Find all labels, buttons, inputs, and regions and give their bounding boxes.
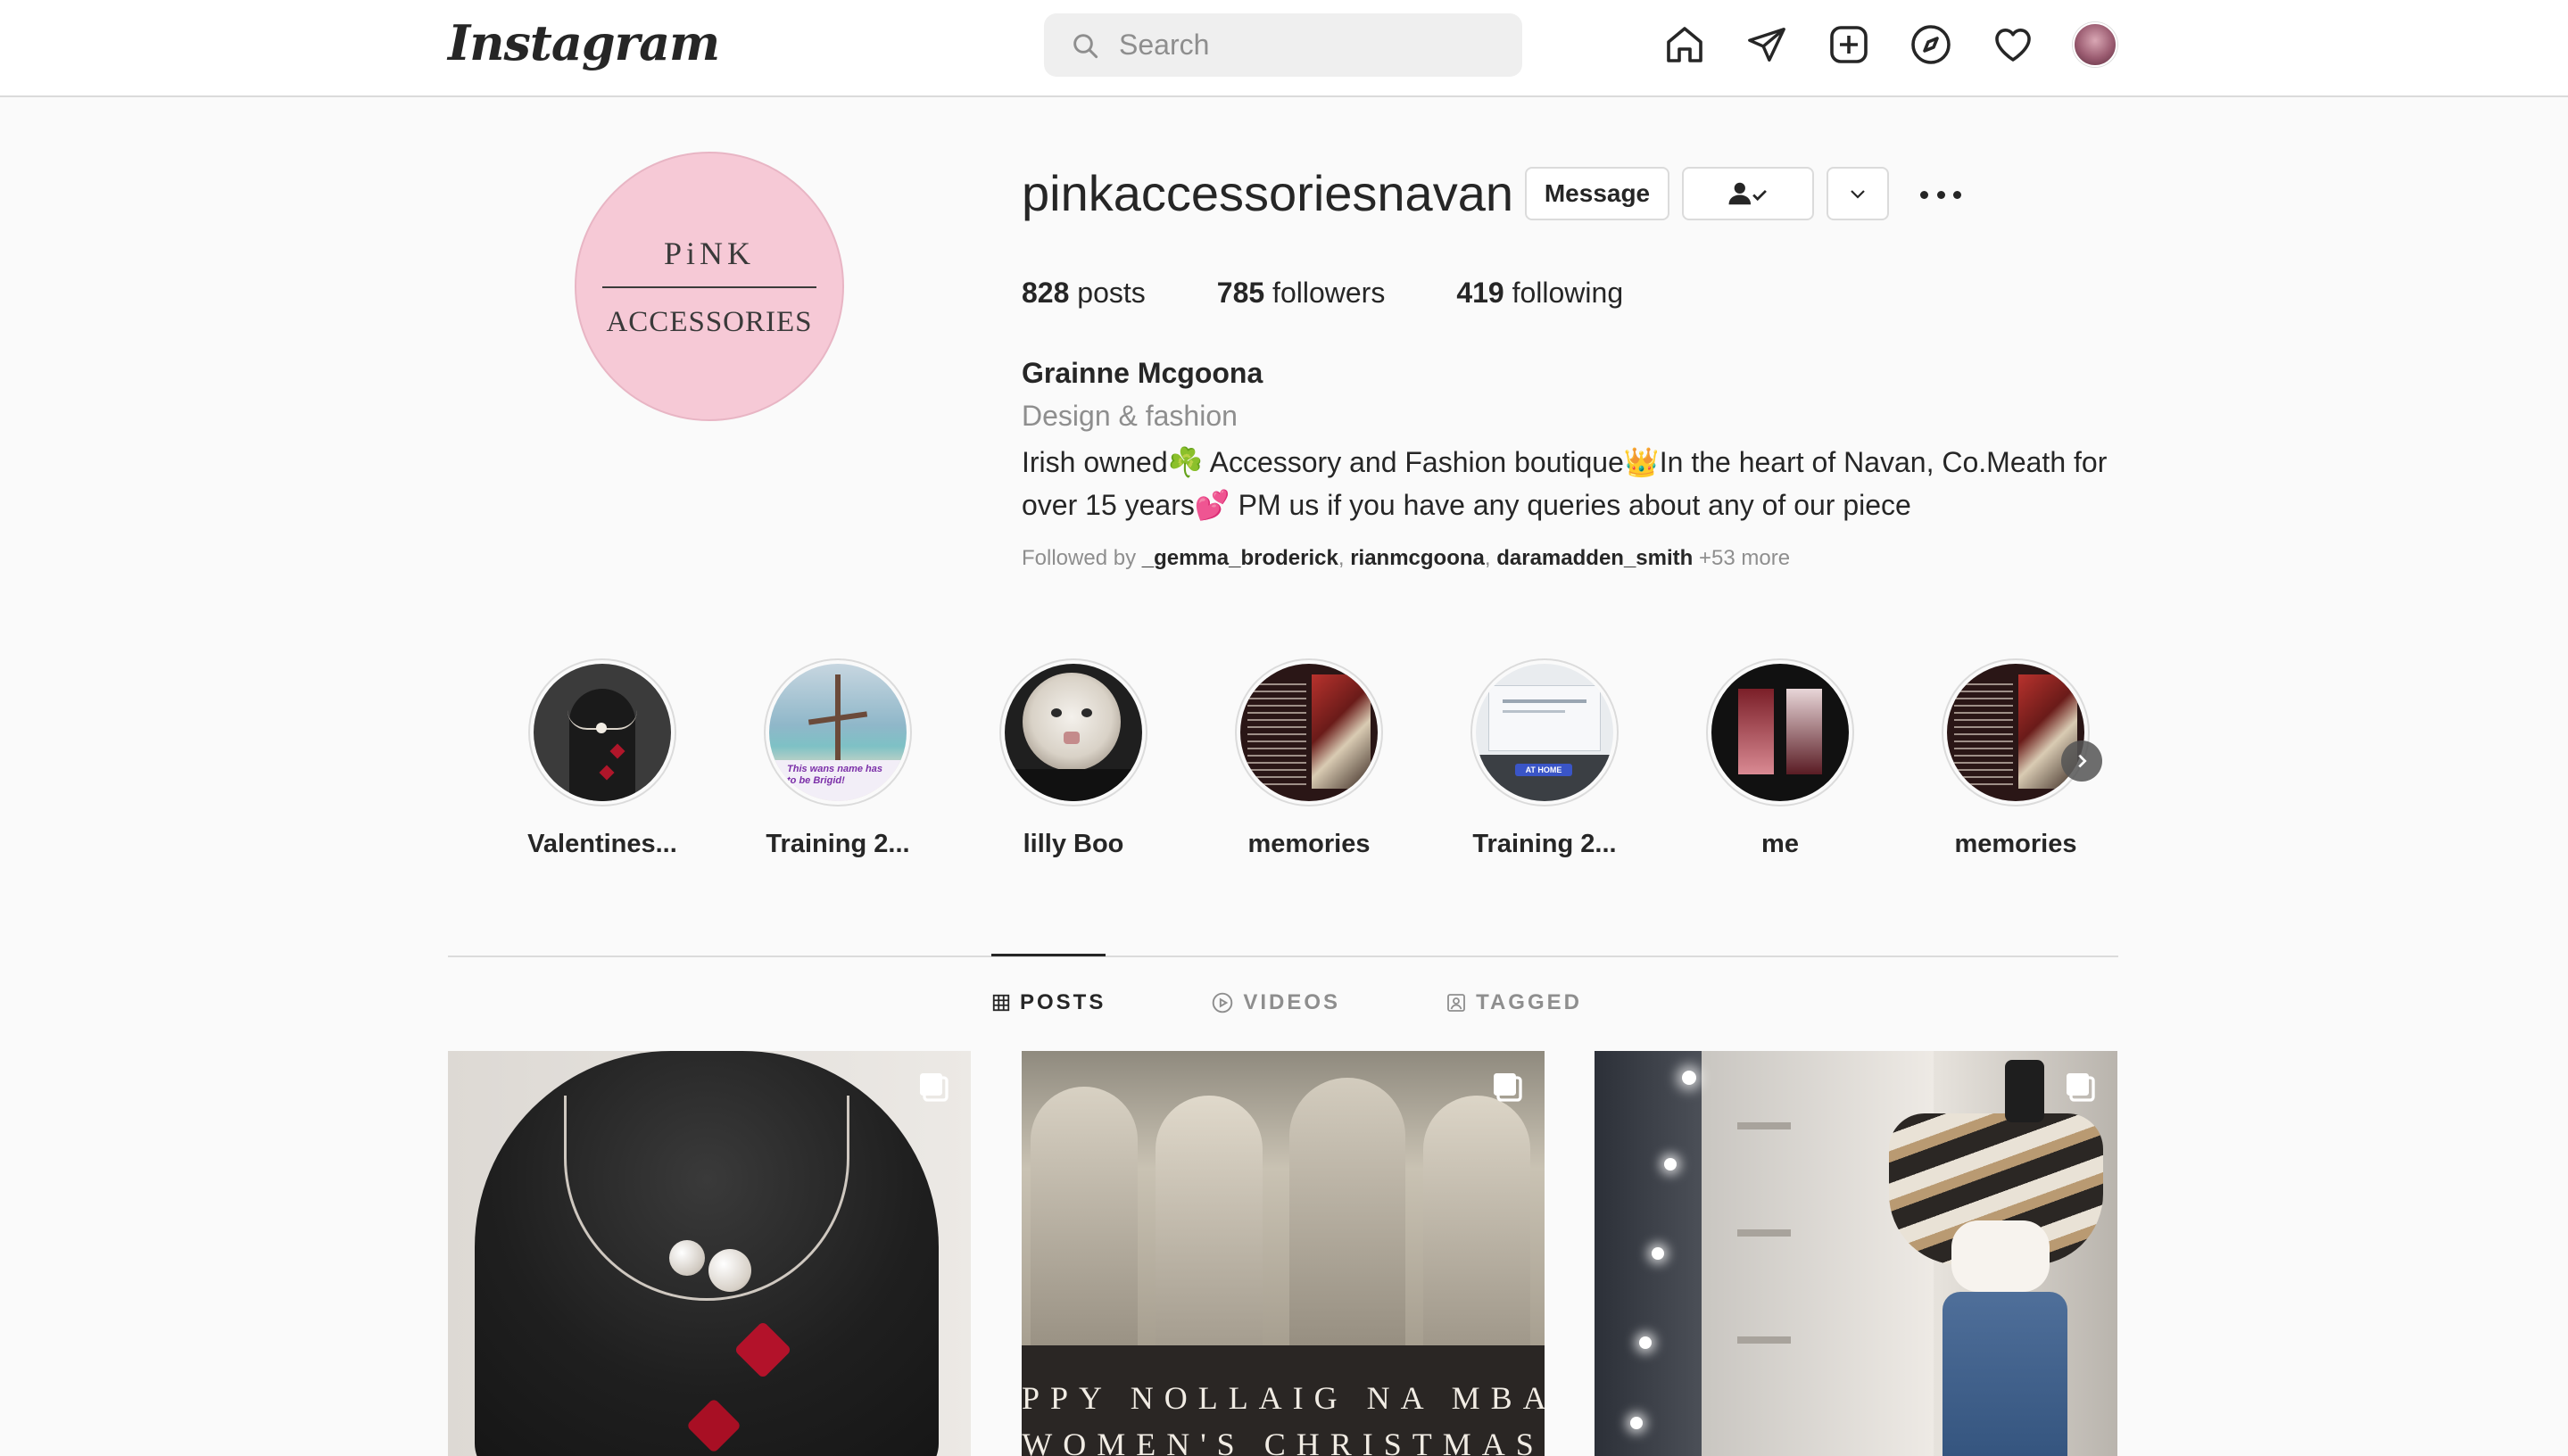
following-count: 419 <box>1456 277 1504 309</box>
message-button[interactable]: Message <box>1525 167 1669 220</box>
post-banner-line-1: PPY NOLLAIG NA MBA <box>1022 1380 1545 1416</box>
posts-label: posts <box>1077 277 1146 309</box>
more-options-icon[interactable] <box>1920 181 1961 208</box>
play-icon <box>1213 992 1233 1013</box>
followed-by-prefix: Followed by <box>1022 546 1142 570</box>
follower-username-1[interactable]: _gemma_broderick <box>1142 546 1338 570</box>
highlight-ring <box>1706 658 1854 807</box>
highlight-item[interactable]: me <box>1704 658 1856 859</box>
home-icon[interactable] <box>1660 20 1710 70</box>
posts-stat: 828 posts <box>1022 277 1146 310</box>
tab-videos-label: VIDEOS <box>1243 990 1341 1014</box>
highlight-label: memories <box>1247 830 1371 858</box>
highlight-thumbnail <box>1947 664 2084 801</box>
activity-heart-icon[interactable] <box>1988 20 2038 70</box>
profile-bio: Irish owned☘️ Accessory and Fashion bout… <box>1022 446 2108 521</box>
instagram-logo[interactable]: Instagram <box>448 14 720 71</box>
highlight-ring <box>999 658 1147 807</box>
profile-logo-text-top: PiNK <box>663 235 756 271</box>
chevron-right-icon <box>2078 754 2087 768</box>
highlight-thumbnail <box>1005 664 1142 801</box>
highlight-caption: This wans name has to be Brigid! <box>787 764 882 786</box>
highlight-thumbnail: This wans name has to be Brigid! <box>769 664 907 801</box>
suggested-accounts-dropdown[interactable] <box>1827 167 1889 220</box>
profile-logo-divider <box>602 285 816 288</box>
highlight-label: me <box>1761 830 1799 858</box>
followers-stat[interactable]: 785 followers <box>1217 277 1386 310</box>
chevron-down-icon <box>1851 190 1865 199</box>
multiple-photos-icon <box>2067 1073 2095 1102</box>
profile-avatar-icon[interactable] <box>2070 20 2120 70</box>
highlight-thumbnail: AT HOME <box>1476 664 1613 801</box>
highlight-item[interactable]: memories <box>1233 658 1385 859</box>
highlight-ring: AT HOME <box>1470 658 1619 807</box>
profile-logo-text-bottom: ACCESSORIES <box>606 305 813 338</box>
following-status-button[interactable] <box>1682 167 1814 220</box>
active-tab-indicator <box>991 954 1106 956</box>
posts-count: 828 <box>1022 277 1070 309</box>
multiple-photos-icon <box>1494 1073 1522 1102</box>
tabs-divider <box>448 956 2118 957</box>
post-banner-line-2: WOMEN'S CHRISTMAS <box>1022 1427 1545 1456</box>
multiple-photos-icon <box>920 1073 949 1102</box>
tag-icon <box>1447 994 1465 1012</box>
follower-username-3[interactable]: daramadden_smith <box>1496 546 1693 570</box>
direct-message-icon[interactable] <box>1742 20 1792 70</box>
highlight-thumbnail <box>1240 664 1378 801</box>
profile-username: pinkaccessoriesnavan <box>1022 165 1513 221</box>
avatar <box>2073 22 2117 67</box>
nav-icons <box>1660 20 2120 70</box>
user-check-icon <box>1728 182 1767 205</box>
highlight-caption: AT HOME <box>1515 764 1572 776</box>
highlight-item[interactable]: Valentines... <box>526 658 678 859</box>
new-post-icon[interactable] <box>1824 20 1874 70</box>
highlight-ring <box>1942 658 2090 807</box>
tab-posts-label: POSTS <box>1020 990 1106 1014</box>
search-box[interactable] <box>1044 13 1522 77</box>
tab-videos[interactable]: VIDEOS <box>1211 990 1340 1015</box>
highlight-ring <box>1235 658 1383 807</box>
followed-by-line[interactable]: Followed by _gemma_broderick, rianmcgoon… <box>1022 546 1790 571</box>
profile-category: Design & fashion <box>1022 400 1238 432</box>
highlight-thumbnail <box>534 664 671 801</box>
highlight-item[interactable]: This wans name has to be Brigid! Trainin… <box>762 658 914 859</box>
search-icon <box>1073 33 1098 58</box>
highlight-label: Valentines... <box>527 830 677 858</box>
post-thumbnail[interactable]: PPY NOLLAIG NA MBA WOMEN'S CHRISTMAS <box>1022 1051 1545 1456</box>
follower-username-2[interactable]: rianmcgoona <box>1350 546 1485 570</box>
followers-label: followers <box>1272 277 1386 309</box>
post-thumbnail[interactable] <box>448 1051 971 1456</box>
message-button-label: Message <box>1544 179 1651 207</box>
followed-by-more[interactable]: +53 more <box>1699 546 1790 570</box>
following-stat[interactable]: 419 following <box>1456 277 1623 310</box>
highlight-thumbnail <box>1711 664 1849 801</box>
profile-full-name: Grainne Mcgoona <box>1022 357 1263 389</box>
explore-compass-icon[interactable] <box>1906 20 1956 70</box>
followers-count: 785 <box>1216 277 1265 309</box>
top-navigation-bar: Instagram <box>0 0 2568 97</box>
search-input[interactable] <box>1119 29 1494 62</box>
profile-picture[interactable]: PiNK ACCESSORIES <box>575 152 844 421</box>
highlight-item[interactable]: AT HOME Training 2... <box>1469 658 1620 859</box>
profile-tabs: POSTS VIDEOS TAGGED <box>991 990 1687 1015</box>
story-highlights: Valentines... This wans name has to be B… <box>526 658 2106 864</box>
tab-tagged[interactable]: TAGGED <box>1446 990 1582 1015</box>
grid-icon <box>992 994 1010 1012</box>
highlight-label: lilly Boo <box>1023 830 1124 858</box>
tab-posts[interactable]: POSTS <box>991 990 1106 1015</box>
highlight-ring: This wans name has to be Brigid! <box>764 658 912 807</box>
highlights-next-arrow[interactable] <box>2061 740 2102 782</box>
following-label: following <box>1512 277 1624 309</box>
highlight-label: Training 2... <box>766 830 910 858</box>
highlight-label: memories <box>1954 830 2077 858</box>
tab-tagged-label: TAGGED <box>1476 990 1582 1014</box>
highlight-ring <box>528 658 676 807</box>
highlight-item[interactable]: lilly Boo <box>998 658 1149 859</box>
profile-stats: 828 posts 785 followers 419 following <box>1022 277 1694 310</box>
highlight-label: Training 2... <box>1472 830 1617 858</box>
post-thumbnail[interactable] <box>1595 1051 2117 1456</box>
